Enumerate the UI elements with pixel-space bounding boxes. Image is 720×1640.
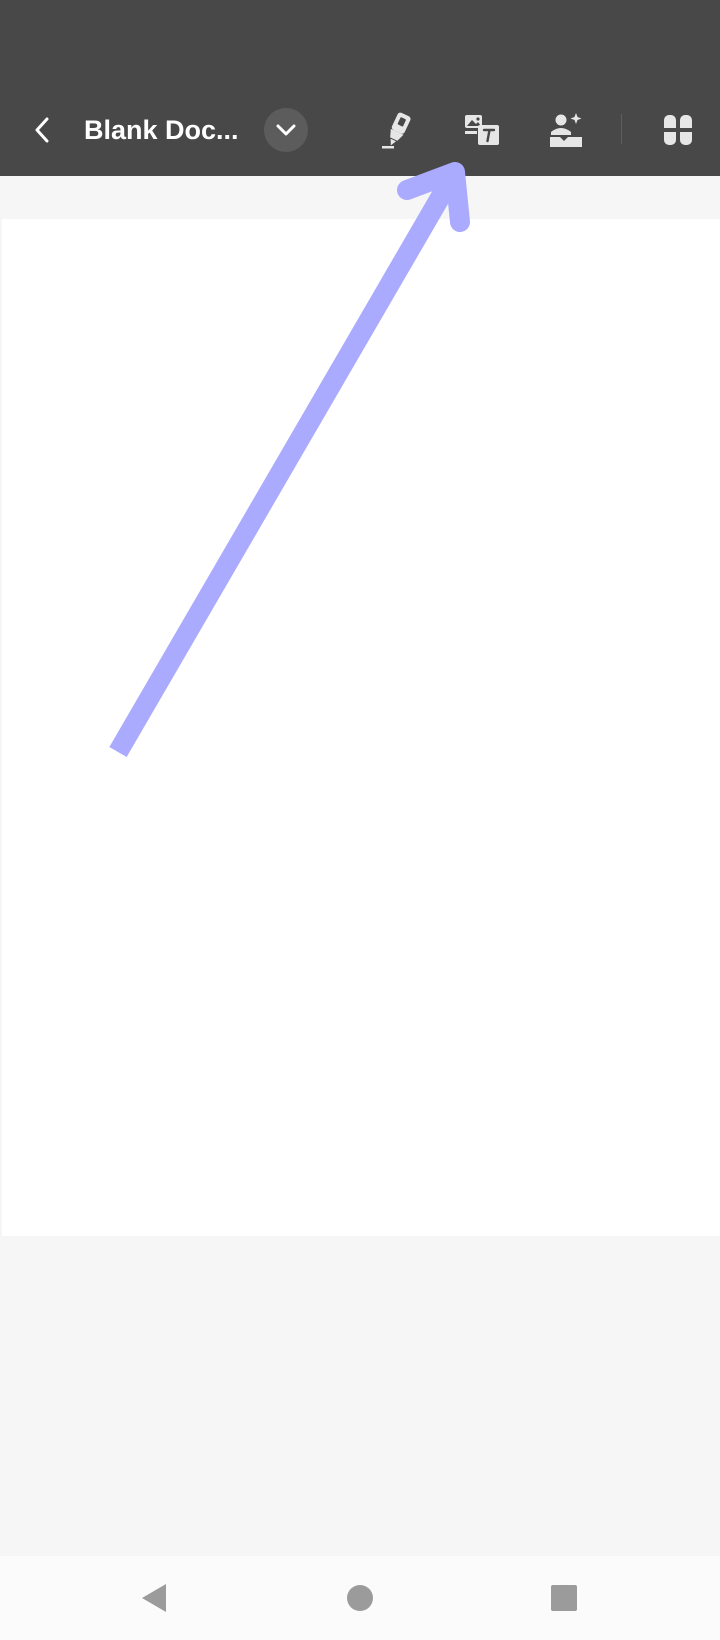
chevron-down-icon [276,124,296,136]
triangle-back-icon [142,1584,166,1612]
system-nav-bar [0,1556,720,1640]
toolbar-divider [621,114,622,144]
ai-image-icon [550,113,582,147]
nav-recents-button[interactable] [538,1572,590,1624]
square-recents-icon [551,1585,577,1611]
document-title[interactable]: Blank Doc... [84,110,244,150]
apps-button[interactable] [652,104,704,156]
image-text-icon [465,115,499,145]
image-to-text-button[interactable] [456,104,508,156]
apps-grid-icon [664,115,692,145]
highlighter-button[interactable] [372,104,424,156]
highlighter-icon [382,112,411,149]
back-button[interactable] [22,108,62,152]
title-dropdown-button[interactable] [264,108,308,152]
document-canvas[interactable] [2,219,720,1236]
chevron-left-icon [35,117,49,143]
ai-image-button[interactable] [540,104,592,156]
top-toolbar: Blank Doc... [0,0,720,176]
nav-back-button[interactable] [128,1572,180,1624]
circle-home-icon [347,1585,373,1611]
nav-home-button[interactable] [334,1572,386,1624]
